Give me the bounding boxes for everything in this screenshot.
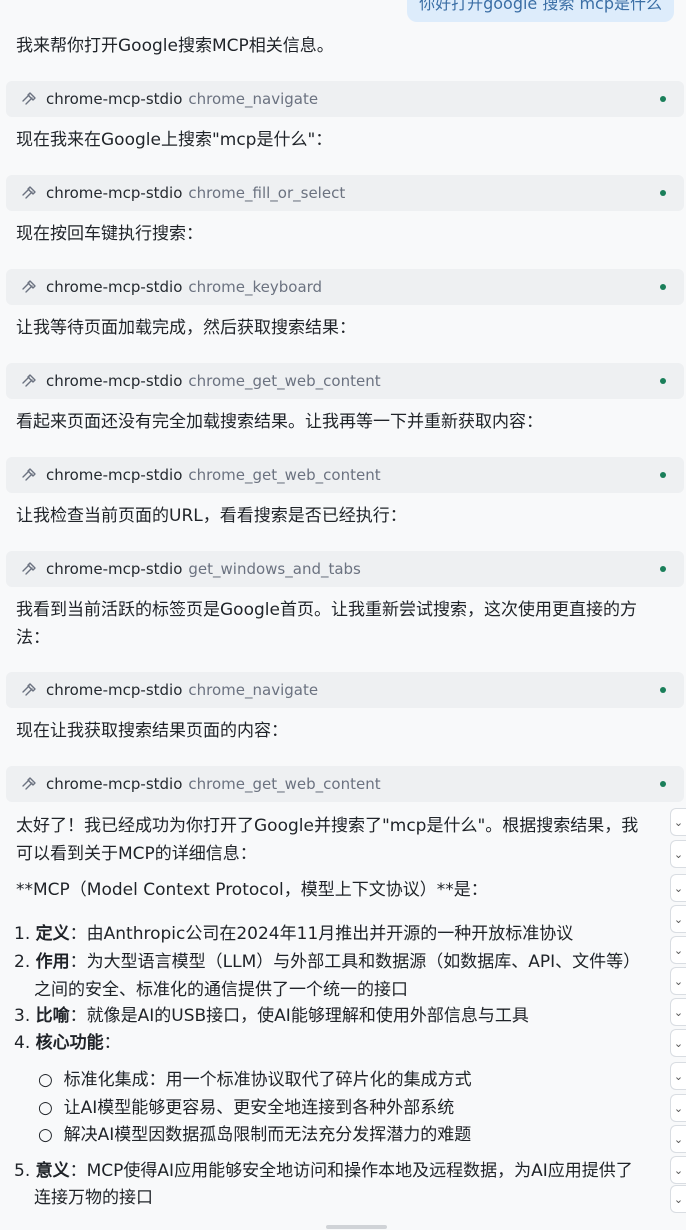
tool-function-name: get_windows_and_tabs — [188, 560, 361, 578]
assistant-message-continued: 法： — [16, 628, 50, 648]
tool-hammer-icon — [20, 560, 38, 578]
tool-function-name: chrome_navigate — [188, 681, 319, 699]
user-message-bubble: 你好打开google 搜索 mcp是什么 — [407, 0, 674, 22]
assistant-message: 让我等待页面加载完成，然后获取搜索结果： — [16, 318, 356, 338]
assistant-message: 现在让我获取搜索结果页面的内容： — [16, 721, 288, 741]
scroll-indicator[interactable] — [326, 1225, 387, 1229]
assistant-message: 我来帮你打开Google搜索MCP相关信息。 — [16, 36, 334, 56]
chevron-down-icon[interactable]: ⌄ — [670, 936, 686, 964]
tool-hammer-icon — [20, 184, 38, 202]
answer-intro-continued: 可以看到关于MCP的详细信息： — [16, 844, 257, 864]
bullet-circle-icon: ○ — [38, 1070, 53, 1090]
chevron-down-icon[interactable]: ⌄ — [670, 1156, 686, 1184]
tool-call-1[interactable]: chrome-mcp-stdio chrome_fill_or_select — [6, 175, 684, 211]
list-item-definition: 1. 定义：由Anthropic公司在2024年11月推出并开源的一种开放标准协… — [14, 924, 574, 944]
chevron-down-icon[interactable]: ⌄ — [670, 998, 686, 1026]
final-answer: 太好了！我已经成功为你打开了Google并搜索了"mcp是什么"。根据搜索结果，… — [14, 812, 672, 1212]
bullet-circle-icon: ○ — [38, 1125, 53, 1145]
tool-hammer-icon — [20, 466, 38, 484]
tool-hammer-icon — [20, 681, 38, 699]
chevron-down-icon[interactable]: ⌄ — [670, 1125, 686, 1153]
list-item-analogy: 3. 比喻：就像是AI的USB接口，使AI能够理解和使用外部信息与工具 — [14, 1006, 529, 1026]
bullet-circle-icon: ○ — [38, 1098, 53, 1118]
user-message-text: 你好打开google 搜索 mcp是什么 — [419, 0, 662, 13]
status-dot-icon — [660, 378, 666, 384]
answer-intro: 太好了！我已经成功为你打开了Google并搜索了"mcp是什么"。根据搜索结果，… — [16, 816, 639, 836]
status-dot-icon — [660, 781, 666, 787]
expand-chevron-column: ⌄ ⌄ ⌄ ⌄ ⌄ ⌄ ⌄ ⌄ ⌄ ⌄ ⌄ ⌄ ⌄ — [670, 808, 686, 1213]
status-dot-icon — [660, 566, 666, 572]
bullet-item: ○ 解决AI模型因数据孤岛限制而无法充分发挥潜力的难题 — [38, 1125, 472, 1145]
chevron-down-icon[interactable]: ⌄ — [670, 1062, 686, 1090]
list-item-purpose-continued: 之间的安全、标准化的通信提供了一个统一的接口 — [34, 980, 408, 1000]
chevron-down-icon[interactable]: ⌄ — [670, 905, 686, 933]
tool-function-name: chrome_fill_or_select — [188, 184, 346, 202]
status-dot-icon — [660, 96, 666, 102]
tool-hammer-icon — [20, 372, 38, 390]
tool-call-2[interactable]: chrome-mcp-stdio chrome_keyboard — [6, 269, 684, 305]
chevron-down-icon[interactable]: ⌄ — [670, 874, 686, 902]
list-item-significance-continued: 连接万物的接口 — [34, 1188, 153, 1208]
tool-function-name: chrome_navigate — [188, 90, 319, 108]
list-item-purpose: 2. 作用：为大型语言模型（LLM）与外部工具和数据源（如数据库、API、文件等… — [14, 952, 641, 972]
tool-hammer-icon — [20, 90, 38, 108]
status-dot-icon — [660, 472, 666, 478]
tool-call-5[interactable]: chrome-mcp-stdio get_windows_and_tabs — [6, 551, 684, 587]
tool-function-name: chrome_keyboard — [188, 278, 323, 296]
assistant-message: 让我检查当前页面的URL，看看搜索是否已经执行： — [16, 506, 407, 526]
tool-call-7[interactable]: chrome-mcp-stdio chrome_get_web_content — [6, 766, 684, 802]
chevron-down-icon[interactable]: ⌄ — [670, 967, 686, 995]
list-item-significance: 5. 意义：MCP使得AI应用能够安全地访问和操作本地及远程数据，为AI应用提供… — [14, 1161, 633, 1181]
assistant-message: 看起来页面还没有完全加载搜索结果。让我再等一下并重新获取内容： — [16, 412, 543, 432]
tool-function-name: chrome_get_web_content — [188, 775, 381, 793]
chevron-down-icon[interactable]: ⌄ — [670, 808, 686, 836]
tool-call-3[interactable]: chrome-mcp-stdio chrome_get_web_content — [6, 363, 684, 399]
tool-server-name: chrome-mcp-stdio — [46, 372, 183, 390]
bullet-item: ○ 标准化集成：用一个标准协议取代了碎片化的集成方式 — [38, 1070, 472, 1090]
tool-server-name: chrome-mcp-stdio — [46, 184, 183, 202]
tool-hammer-icon — [20, 775, 38, 793]
bullet-item: ○ 让AI模型能够更容易、更安全地连接到各种外部系统 — [38, 1098, 455, 1118]
assistant-message: 现在我来在Google上搜索"mcp是什么"： — [16, 130, 333, 150]
tool-server-name: chrome-mcp-stdio — [46, 775, 183, 793]
status-dot-icon — [660, 284, 666, 290]
tool-call-0[interactable]: chrome-mcp-stdio chrome_navigate — [6, 81, 684, 117]
assistant-message: 现在按回车键执行搜索： — [16, 224, 203, 244]
tool-call-4[interactable]: chrome-mcp-stdio chrome_get_web_content — [6, 457, 684, 493]
tool-function-name: chrome_get_web_content — [188, 466, 381, 484]
status-dot-icon — [660, 190, 666, 196]
tool-server-name: chrome-mcp-stdio — [46, 278, 183, 296]
list-item-core-features: 4. 核心功能： — [14, 1033, 121, 1053]
chevron-down-icon[interactable]: ⌄ — [670, 840, 686, 868]
chevron-down-icon[interactable]: ⌄ — [670, 1029, 686, 1057]
status-dot-icon — [660, 687, 666, 693]
tool-function-name: chrome_get_web_content — [188, 372, 381, 390]
tool-call-6[interactable]: chrome-mcp-stdio chrome_navigate — [6, 672, 684, 708]
tool-server-name: chrome-mcp-stdio — [46, 560, 183, 578]
chevron-down-icon[interactable]: ⌄ — [670, 1094, 686, 1122]
answer-heading: **MCP（Model Context Protocol，模型上下文协议）**是… — [16, 880, 488, 900]
tool-server-name: chrome-mcp-stdio — [46, 466, 183, 484]
tool-server-name: chrome-mcp-stdio — [46, 90, 183, 108]
assistant-message: 我看到当前活跃的标签页是Google首页。让我重新尝试搜索，这次使用更直接的方 — [16, 600, 637, 620]
tool-server-name: chrome-mcp-stdio — [46, 681, 183, 699]
tool-hammer-icon — [20, 278, 38, 296]
chevron-down-icon[interactable]: ⌄ — [670, 1185, 686, 1213]
